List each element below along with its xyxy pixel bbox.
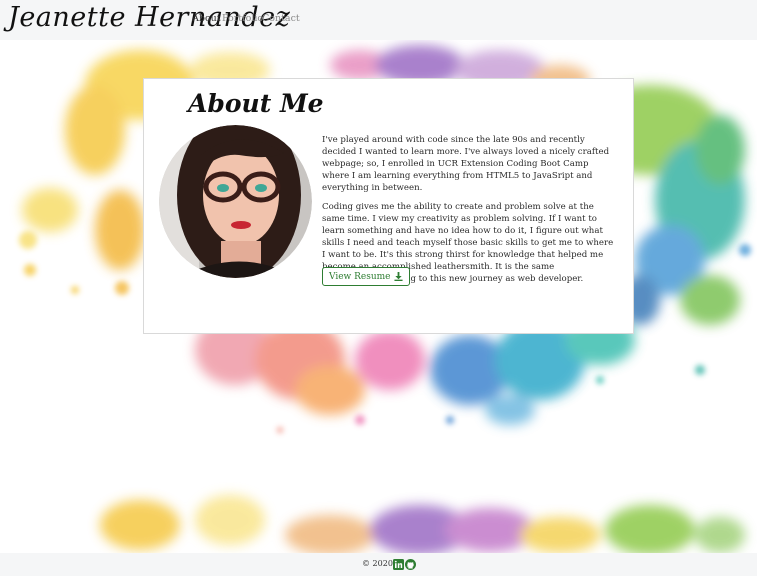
view-resume-label: View Resume <box>329 271 391 282</box>
view-resume-button[interactable]: View Resume <box>322 267 410 286</box>
footer: © 2020 <box>0 553 757 576</box>
download-icon <box>393 272 403 281</box>
github-icon[interactable] <box>405 559 416 570</box>
nav-link-portfolio[interactable]: Portfolio <box>222 13 263 24</box>
bio-paragraph-1: I've played around with code since the l… <box>322 135 610 193</box>
navbar: Jeanette Hernandez About Portfolio Conta… <box>0 0 757 40</box>
profile-photo <box>159 125 312 278</box>
about-title: About Me <box>188 89 324 118</box>
nav-link-about[interactable]: About <box>192 13 221 24</box>
about-card: About Me I've played around with code si… <box>143 78 634 334</box>
linkedin-icon[interactable] <box>393 559 404 570</box>
copyright-text: © 2020 <box>362 559 393 568</box>
nav-link-contact[interactable]: Contact <box>262 13 300 24</box>
